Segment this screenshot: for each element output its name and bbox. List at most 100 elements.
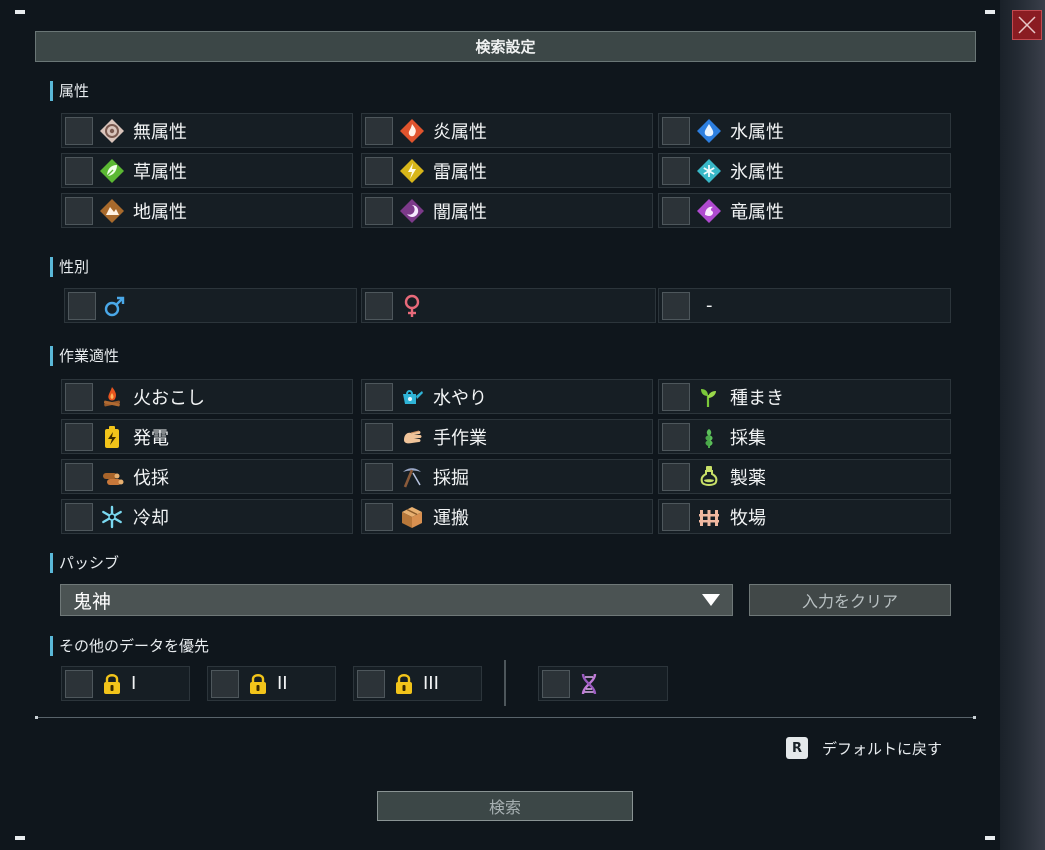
checkbox[interactable]: [68, 291, 96, 320]
water-element-icon: [696, 118, 722, 144]
checkbox[interactable]: [662, 422, 690, 451]
cooling-icon: [99, 504, 125, 530]
checkbox[interactable]: [365, 502, 393, 531]
work-option[interactable]: 冷却: [61, 499, 353, 534]
checkbox[interactable]: [662, 382, 690, 411]
work-option[interactable]: 発電: [61, 419, 353, 454]
priority-divider: [504, 660, 506, 706]
section-label-element: 属性: [50, 81, 89, 101]
dragon-element-icon: [696, 198, 722, 224]
checkbox[interactable]: [65, 156, 93, 185]
ground-element-icon: [99, 198, 125, 224]
electric-element-icon: [399, 158, 425, 184]
work-option-label: 冷却: [133, 507, 169, 529]
gender-option[interactable]: [64, 288, 357, 323]
close-icon: [1018, 16, 1036, 34]
work-option[interactable]: 製薬: [658, 459, 951, 494]
checkbox[interactable]: [65, 116, 93, 145]
element-option[interactable]: 炎属性: [361, 113, 653, 148]
checkbox[interactable]: [662, 502, 690, 531]
element-option-label: 地属性: [133, 201, 187, 223]
element-option[interactable]: 草属性: [61, 153, 353, 188]
priority-option[interactable]: II: [207, 666, 336, 701]
checkbox[interactable]: [662, 156, 690, 185]
element-option-label: 雷属性: [433, 161, 487, 183]
lock-icon: [99, 671, 125, 697]
medicine-icon: [696, 464, 722, 490]
element-option[interactable]: 無属性: [61, 113, 353, 148]
checkbox[interactable]: [662, 291, 690, 320]
checkbox[interactable]: [65, 462, 93, 491]
work-option-label: 採掘: [433, 467, 469, 489]
element-option[interactable]: 闇属性: [361, 193, 653, 228]
lock-icon: [245, 671, 271, 697]
handiwork-icon: [399, 424, 425, 450]
page-title: 検索設定: [35, 31, 976, 62]
checkbox[interactable]: [65, 669, 93, 698]
element-option[interactable]: 竜属性: [658, 193, 951, 228]
element-option-label: 闇属性: [433, 201, 487, 223]
work-option[interactable]: 種まき: [658, 379, 951, 414]
checkbox[interactable]: [662, 462, 690, 491]
male-icon: [102, 293, 128, 319]
kindling-icon: [99, 384, 125, 410]
work-option-label: 種まき: [730, 387, 784, 409]
gender-option-label: -: [706, 295, 713, 316]
priority-option[interactable]: I: [61, 666, 190, 701]
work-option[interactable]: 手作業: [361, 419, 653, 454]
farming-icon: [696, 504, 722, 530]
checkbox[interactable]: [365, 196, 393, 225]
element-option[interactable]: 水属性: [658, 113, 951, 148]
work-option[interactable]: 伐採: [61, 459, 353, 494]
checkbox[interactable]: [365, 116, 393, 145]
work-option[interactable]: 採集: [658, 419, 951, 454]
work-option[interactable]: 採掘: [361, 459, 653, 494]
checkbox[interactable]: [662, 196, 690, 225]
checkbox[interactable]: [365, 382, 393, 411]
reset-default-button[interactable]: R デフォルトに戻す: [786, 736, 942, 760]
checkbox[interactable]: [211, 669, 239, 698]
close-button[interactable]: [1012, 10, 1042, 40]
element-option-label: 水属性: [730, 121, 784, 143]
checkbox[interactable]: [542, 669, 570, 698]
gender-option[interactable]: -: [658, 288, 951, 323]
checkbox[interactable]: [365, 462, 393, 491]
work-option-label: 発電: [133, 427, 169, 449]
divider-line: [35, 717, 976, 718]
work-option-label: 運搬: [433, 507, 469, 529]
corner-mark: [985, 10, 995, 14]
checkbox[interactable]: [365, 422, 393, 451]
gender-option[interactable]: [361, 288, 656, 323]
checkbox[interactable]: [365, 291, 393, 320]
checkbox[interactable]: [365, 156, 393, 185]
priority-option[interactable]: III: [353, 666, 482, 701]
checkbox[interactable]: [65, 382, 93, 411]
priority-option-label: III: [423, 673, 439, 694]
passive-dropdown[interactable]: 鬼神: [60, 584, 733, 616]
work-option[interactable]: 運搬: [361, 499, 653, 534]
checkbox[interactable]: [65, 196, 93, 225]
corner-mark: [985, 836, 995, 840]
electricity-icon: [99, 424, 125, 450]
clear-input-button[interactable]: 入力をクリア: [749, 584, 951, 616]
checkbox[interactable]: [357, 669, 385, 698]
grass-element-icon: [99, 158, 125, 184]
checkbox[interactable]: [662, 116, 690, 145]
mining-icon: [399, 464, 425, 490]
work-option-label: 採集: [730, 427, 766, 449]
work-option-label: 製薬: [730, 467, 766, 489]
watering-icon: [399, 384, 425, 410]
element-option[interactable]: 氷属性: [658, 153, 951, 188]
work-option[interactable]: 火おこし: [61, 379, 353, 414]
checkbox[interactable]: [65, 422, 93, 451]
element-option[interactable]: 地属性: [61, 193, 353, 228]
search-button[interactable]: 検索: [377, 791, 633, 821]
element-option[interactable]: 雷属性: [361, 153, 653, 188]
work-option[interactable]: 牧場: [658, 499, 951, 534]
work-option[interactable]: 水やり: [361, 379, 653, 414]
transporting-icon: [399, 504, 425, 530]
checkbox[interactable]: [65, 502, 93, 531]
lumbering-icon: [99, 464, 125, 490]
dark-element-icon: [399, 198, 425, 224]
priority-option[interactable]: [538, 666, 668, 701]
